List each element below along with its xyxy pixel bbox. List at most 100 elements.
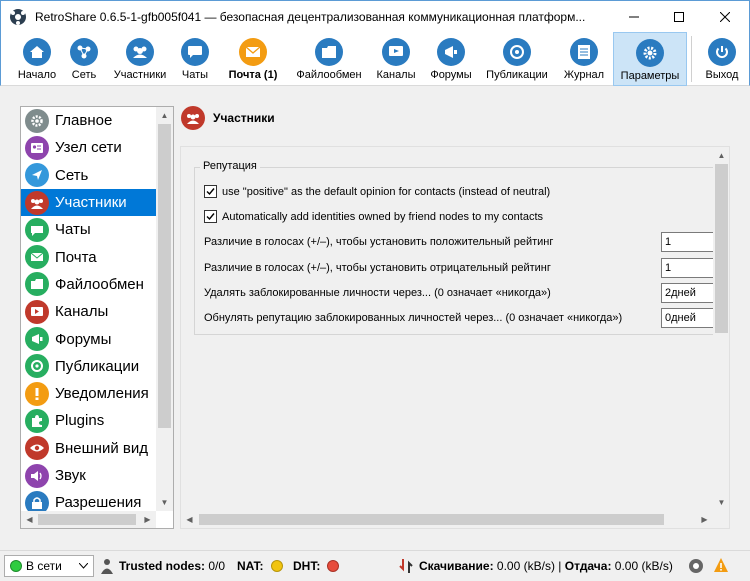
- network-icon: [25, 163, 49, 188]
- positive-opinion-checkbox-row[interactable]: use "positive" as the default opinion fo…: [204, 185, 550, 198]
- scroll-up-arrow-icon[interactable]: ▲: [156, 107, 173, 124]
- nav-hscroll-thumb[interactable]: [38, 514, 136, 525]
- nav-item-people[interactable]: Участники: [21, 188, 156, 217]
- positive-threshold-value: 1: [665, 236, 672, 248]
- chevron-down-icon: [79, 563, 88, 569]
- scroll-right-arrow-icon[interactable]: ▶: [139, 511, 156, 528]
- minimize-button[interactable]: [611, 1, 657, 32]
- toolbar-mail[interactable]: Почта (1): [219, 32, 287, 86]
- toolbar-forums[interactable]: Форумы: [425, 32, 477, 86]
- upload-value: 0.00 (kB/s): [614, 559, 673, 573]
- nat-status: NAT:: [237, 559, 263, 573]
- toolbar-log-label: Журнал: [563, 69, 605, 81]
- toolbar-people[interactable]: Участники: [107, 32, 173, 86]
- auto-add-identities-checkbox[interactable]: [204, 210, 217, 223]
- toolbar-settings[interactable]: Параметры: [613, 32, 687, 86]
- page-header: Участники: [181, 104, 275, 132]
- auto-add-identities-checkbox-row[interactable]: Automatically add identities owned by fr…: [204, 210, 543, 223]
- user-icon: [101, 559, 113, 574]
- settings-icon: [636, 39, 664, 67]
- toolbar-network-label: Сеть: [71, 69, 97, 81]
- reset-reputation-spinbox[interactable]: 0дней: [661, 308, 721, 328]
- toolbar-files[interactable]: Файлообмен: [293, 32, 365, 86]
- forums-icon: [25, 327, 49, 352]
- content-vscroll-thumb[interactable]: [715, 164, 728, 333]
- positive-opinion-checkbox[interactable]: [204, 185, 217, 198]
- scroll-down-arrow-icon[interactable]: ▼: [713, 494, 729, 511]
- auto-add-identities-label: Automatically add identities owned by fr…: [222, 210, 544, 223]
- nav-item-node[interactable]: Узел сети: [21, 134, 156, 161]
- nav-item-network[interactable]: Сеть: [21, 162, 156, 189]
- trusted-nodes-value: 0/0: [208, 559, 226, 573]
- download-value: 0.00 (kB/s): [496, 559, 555, 573]
- nav-item-channels[interactable]: Каналы: [21, 298, 156, 325]
- toolbar-settings-label: Параметры: [620, 70, 680, 82]
- content-hscroll-thumb[interactable]: [199, 514, 664, 525]
- transfer-rates: Скачивание: 0.00 (kB/s) | Отдача: 0.00 (…: [419, 559, 673, 573]
- files-icon: [25, 272, 49, 297]
- maximize-button[interactable]: [656, 1, 702, 32]
- settings-nav-list: Главное Узел сети Сеть Участники Чаты По…: [20, 106, 174, 529]
- nav-item-mail[interactable]: Почта: [21, 243, 156, 270]
- alert-icon: [25, 381, 49, 406]
- settings-content: Репутация use "positive" as the default …: [180, 146, 730, 529]
- scroll-up-arrow-icon[interactable]: ▲: [713, 147, 729, 164]
- nav-item-plugins[interactable]: Plugins: [21, 407, 156, 434]
- channels-icon: [382, 38, 410, 66]
- content-vertical-scrollbar[interactable]: ▲ ▼: [713, 147, 729, 511]
- log-icon: [570, 38, 598, 66]
- scroll-right-arrow-icon[interactable]: ▶: [696, 511, 713, 528]
- rate-separator: |: [558, 559, 562, 573]
- node-icon: [25, 135, 49, 160]
- dht-label: DHT:: [293, 559, 321, 573]
- nav-item-label: Главное: [55, 112, 113, 130]
- files-icon: [315, 38, 343, 66]
- close-button[interactable]: [702, 1, 748, 32]
- nav-item-general[interactable]: Главное: [21, 107, 156, 134]
- online-status-label: В сети: [26, 559, 62, 573]
- reset-reputation-value: 0дней: [665, 312, 696, 324]
- title-bar: RetroShare 0.6.5-1-gfb005f041 — безопасн…: [0, 0, 750, 32]
- toolbar-exit[interactable]: Выход: [699, 32, 745, 86]
- forums-icon: [437, 38, 465, 66]
- toolbar-log[interactable]: Журнал: [559, 32, 609, 86]
- nat-label: NAT:: [237, 559, 264, 573]
- checkmark-icon: [206, 213, 215, 221]
- gear-icon: [25, 108, 49, 133]
- nav-item-sound[interactable]: Звук: [21, 462, 156, 489]
- nav-item-label: Plugins: [55, 412, 105, 430]
- page-title: Участники: [213, 111, 275, 125]
- nav-item-chats[interactable]: Чаты: [21, 216, 156, 243]
- mail-icon: [239, 38, 267, 66]
- toolbar-network[interactable]: Сеть: [65, 32, 103, 86]
- close-icon: [720, 11, 730, 22]
- nav-horizontal-scrollbar[interactable]: ◀ ▶: [21, 511, 156, 528]
- online-status-dropdown[interactable]: В сети: [4, 555, 94, 577]
- eye-icon[interactable]: [688, 558, 704, 574]
- nav-vertical-scrollbar[interactable]: ▲ ▼: [156, 107, 173, 511]
- warning-icon[interactable]: [713, 557, 729, 573]
- toolbar-posted[interactable]: Публикации: [481, 32, 553, 86]
- people-icon: [25, 190, 49, 215]
- nav-item-appearance[interactable]: Внешний вид: [21, 435, 156, 462]
- negative-threshold-value: 1: [665, 262, 672, 274]
- nav-item-label: Сеть: [55, 166, 89, 184]
- download-label: Скачивание:: [419, 559, 494, 573]
- toolbar-home[interactable]: Начало: [11, 32, 63, 86]
- nav-item-files[interactable]: Файлообмен: [21, 271, 156, 298]
- toolbar-channels[interactable]: Каналы: [371, 32, 421, 86]
- content-horizontal-scrollbar[interactable]: ◀ ▶: [181, 511, 713, 528]
- negative-threshold-spinbox[interactable]: 1: [661, 258, 721, 278]
- scroll-left-arrow-icon[interactable]: ◀: [21, 511, 38, 528]
- delete-banned-spinbox[interactable]: 2дней: [661, 283, 721, 303]
- main-toolbar: Начало Сеть Участники Чаты Почта (1) Фай…: [0, 32, 750, 86]
- scroll-down-arrow-icon[interactable]: ▼: [156, 494, 173, 511]
- positive-threshold-spinbox[interactable]: 1: [661, 232, 721, 252]
- nav-item-posted[interactable]: Публикации: [21, 353, 156, 380]
- nav-item-notifications[interactable]: Уведомления: [21, 380, 156, 407]
- nav-scroll-thumb[interactable]: [158, 124, 171, 428]
- toolbar-chats[interactable]: Чаты: [177, 32, 213, 86]
- positive-opinion-label: use "positive" as the default opinion fo…: [222, 185, 551, 198]
- nav-item-forums[interactable]: Форумы: [21, 325, 156, 352]
- scroll-left-arrow-icon[interactable]: ◀: [181, 511, 198, 528]
